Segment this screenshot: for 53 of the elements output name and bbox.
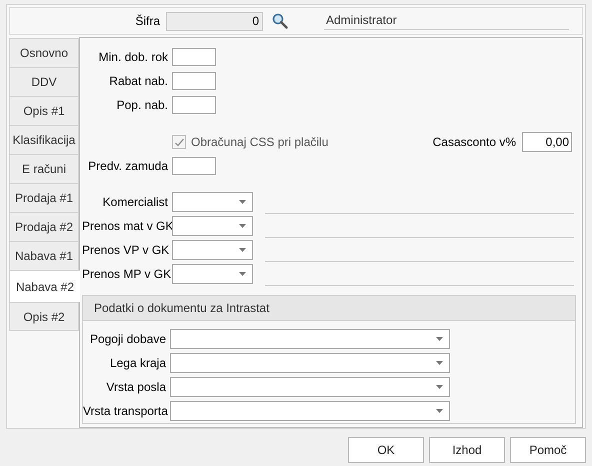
- tab[interactable]: Prodaja #1: [9, 183, 79, 212]
- tab[interactable]: Klasifikacija: [9, 125, 79, 154]
- field-label: Pogoji dobave: [88, 332, 167, 346]
- dropdown[interactable]: [170, 329, 450, 349]
- caret-icon: [239, 248, 246, 252]
- field-label: Komercialist: [102, 195, 169, 209]
- caret-icon: [239, 272, 246, 276]
- dropdown[interactable]: [172, 264, 253, 284]
- dropdown[interactable]: [172, 216, 253, 236]
- field-label: Predv. zamuda: [87, 159, 169, 173]
- caret-icon: [436, 361, 443, 365]
- caret-icon: [436, 409, 443, 413]
- field-label: Casasconto v%: [432, 135, 516, 149]
- code-label: Šifra: [134, 14, 161, 28]
- input-field[interactable]: [172, 72, 216, 90]
- dropdown[interactable]: [170, 353, 450, 373]
- dialog-button[interactable]: Izhod: [429, 437, 505, 463]
- field-label: Rabat nab.: [108, 74, 169, 88]
- caret-icon: [436, 337, 443, 341]
- field-label: Prenos VP v GK: [82, 243, 170, 257]
- field-label: Prenos MP v GK: [82, 267, 172, 281]
- user-name: Administrator: [324, 12, 569, 30]
- tab[interactable]: Opis #1: [9, 96, 79, 125]
- caret-icon: [436, 385, 443, 389]
- group-title: Podatki o dokumentu za Intrastat: [83, 296, 575, 321]
- caret-icon: [239, 224, 246, 228]
- input-field[interactable]: [172, 48, 216, 66]
- tab[interactable]: Nabava #2: [9, 270, 80, 302]
- field-label: Prenos mat v GK: [82, 219, 172, 233]
- checkbox-label: Obračunaj CSS pri plačilu: [191, 135, 328, 149]
- dialog-button[interactable]: Pomoč: [510, 437, 586, 463]
- code-field[interactable]: 0: [166, 12, 263, 30]
- tab[interactable]: Opis #2: [9, 302, 79, 331]
- caret-icon: [239, 200, 246, 204]
- input-field[interactable]: 0,00: [522, 132, 572, 152]
- field-label: Lega kraja: [108, 356, 167, 370]
- field-label: Pop. nab.: [116, 98, 169, 112]
- tab[interactable]: Osnovno: [9, 38, 79, 67]
- dropdown[interactable]: [172, 192, 253, 212]
- field-label: Min. dob. rok: [98, 50, 169, 64]
- field-label: Vrsta posla: [105, 380, 167, 394]
- field-label: Vrsta transporta: [83, 404, 169, 418]
- input-field[interactable]: [172, 157, 216, 175]
- tab[interactable]: E računi: [9, 154, 79, 183]
- input-field[interactable]: [172, 96, 216, 114]
- tab[interactable]: DDV: [9, 67, 79, 96]
- tab[interactable]: Prodaja #2: [9, 212, 79, 241]
- tab[interactable]: Nabava #1: [9, 241, 79, 270]
- dialog-button[interactable]: OK: [348, 437, 424, 463]
- search-icon[interactable]: [272, 13, 288, 29]
- dropdown[interactable]: [170, 401, 450, 421]
- dropdown[interactable]: [172, 240, 253, 260]
- dropdown[interactable]: [170, 377, 450, 397]
